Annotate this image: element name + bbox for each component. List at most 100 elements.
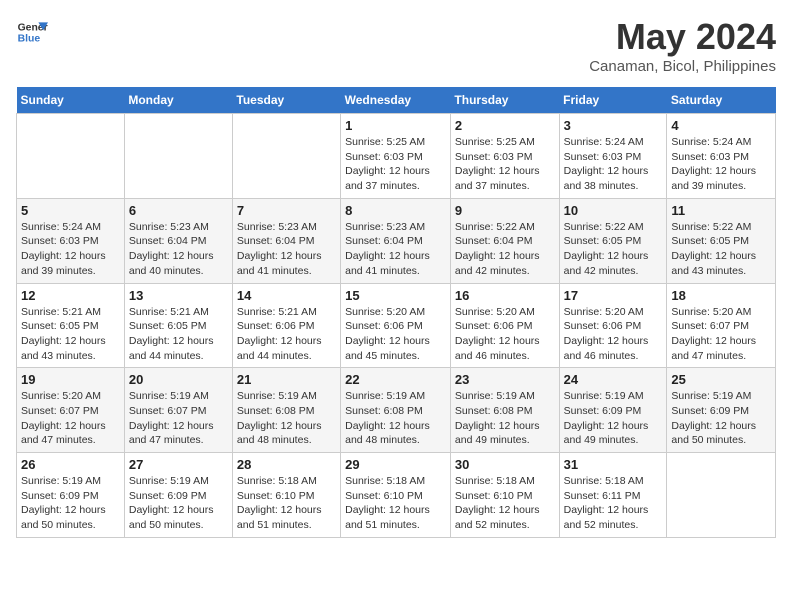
logo-icon: General Blue bbox=[16, 16, 48, 48]
calendar-cell: 15Sunrise: 5:20 AM Sunset: 6:06 PM Dayli… bbox=[341, 283, 451, 368]
day-info: Sunrise: 5:24 AM Sunset: 6:03 PM Dayligh… bbox=[564, 135, 663, 194]
calendar-cell: 29Sunrise: 5:18 AM Sunset: 6:10 PM Dayli… bbox=[341, 453, 451, 538]
day-number: 10 bbox=[564, 203, 663, 218]
weekday-header-row: SundayMondayTuesdayWednesdayThursdayFrid… bbox=[17, 87, 776, 114]
calendar-cell: 31 Sunrise: 5:18 AM Sunset: 6:11 PM Dayli… bbox=[559, 453, 667, 538]
calendar-cell: 12 Sunrise: 5:21 AM Sunset: 6:05 PM Dayli… bbox=[17, 283, 125, 368]
day-number: 19 bbox=[21, 372, 120, 387]
day-number: 23 bbox=[455, 372, 555, 387]
day-info: Sunrise: 5:20 AM Sunset: 6:07 PM Dayligh… bbox=[21, 389, 120, 448]
calendar-cell bbox=[667, 453, 776, 538]
day-info: Sunrise: 5:19 AM Sunset: 6:09 PM Dayligh… bbox=[564, 389, 663, 448]
day-info: Sunrise: 5:21 AM Sunset: 6:05 PM Dayligh… bbox=[129, 305, 228, 364]
day-number: 22 bbox=[345, 372, 446, 387]
calendar-cell: 24Sunrise: 5:19 AM Sunset: 6:09 PM Dayli… bbox=[559, 368, 667, 453]
calendar-cell: 4 Sunrise: 5:24 AM Sunset: 6:03 PM Daylig… bbox=[667, 114, 776, 199]
day-number: 31 bbox=[564, 457, 663, 472]
page-header: General Blue May 2024 Canaman, Bicol, Ph… bbox=[16, 16, 776, 75]
day-info: Sunrise: 5:19 AM Sunset: 6:08 PM Dayligh… bbox=[455, 389, 555, 448]
day-number: 9 bbox=[455, 203, 555, 218]
weekday-header-thursday: Thursday bbox=[450, 87, 559, 114]
day-number: 4 bbox=[671, 118, 771, 133]
calendar-cell: 16 Sunrise: 5:20 AM Sunset: 6:06 PM Dayli… bbox=[450, 283, 559, 368]
calendar-cell: 6Sunrise: 5:23 AM Sunset: 6:04 PM Daylig… bbox=[124, 198, 232, 283]
day-info: Sunrise: 5:22 AM Sunset: 6:05 PM Dayligh… bbox=[564, 220, 663, 279]
day-info: Sunrise: 5:23 AM Sunset: 6:04 PM Dayligh… bbox=[345, 220, 446, 279]
day-info: Sunrise: 5:19 AM Sunset: 6:08 PM Dayligh… bbox=[237, 389, 336, 448]
day-info: Sunrise: 5:19 AM Sunset: 6:07 PM Dayligh… bbox=[129, 389, 228, 448]
calendar-cell: 5 Sunrise: 5:24 AM Sunset: 6:03 PM Daylig… bbox=[17, 198, 125, 283]
calendar-cell: 2Sunrise: 5:25 AM Sunset: 6:03 PM Daylig… bbox=[450, 114, 559, 199]
day-number: 8 bbox=[345, 203, 446, 218]
day-number: 5 bbox=[21, 203, 120, 218]
calendar-cell: 27Sunrise: 5:19 AM Sunset: 6:09 PM Dayli… bbox=[124, 453, 232, 538]
calendar-cell: 17 Sunrise: 5:20 AM Sunset: 6:06 PM Dayli… bbox=[559, 283, 667, 368]
day-info: Sunrise: 5:19 AM Sunset: 6:09 PM Dayligh… bbox=[129, 474, 228, 533]
weekday-header-saturday: Saturday bbox=[667, 87, 776, 114]
day-number: 7 bbox=[237, 203, 336, 218]
calendar-cell: 9Sunrise: 5:22 AM Sunset: 6:04 PM Daylig… bbox=[450, 198, 559, 283]
calendar-cell: 8 Sunrise: 5:23 AM Sunset: 6:04 PM Daylig… bbox=[341, 198, 451, 283]
calendar-cell: 30Sunrise: 5:18 AM Sunset: 6:10 PM Dayli… bbox=[450, 453, 559, 538]
calendar-table: SundayMondayTuesdayWednesdayThursdayFrid… bbox=[16, 87, 776, 538]
calendar-cell: 14 Sunrise: 5:21 AM Sunset: 6:06 PM Dayli… bbox=[232, 283, 340, 368]
calendar-cell: 10 Sunrise: 5:22 AM Sunset: 6:05 PM Dayli… bbox=[559, 198, 667, 283]
day-number: 16 bbox=[455, 288, 555, 303]
day-info: Sunrise: 5:19 AM Sunset: 6:09 PM Dayligh… bbox=[671, 389, 771, 448]
day-number: 18 bbox=[671, 288, 771, 303]
calendar-cell: 21 Sunrise: 5:19 AM Sunset: 6:08 PM Dayli… bbox=[232, 368, 340, 453]
day-info: Sunrise: 5:25 AM Sunset: 6:03 PM Dayligh… bbox=[345, 135, 446, 194]
day-info: Sunrise: 5:21 AM Sunset: 6:05 PM Dayligh… bbox=[21, 305, 120, 364]
day-number: 12 bbox=[21, 288, 120, 303]
day-info: Sunrise: 5:25 AM Sunset: 6:03 PM Dayligh… bbox=[455, 135, 555, 194]
calendar-cell: 3 Sunrise: 5:24 AM Sunset: 6:03 PM Daylig… bbox=[559, 114, 667, 199]
day-number: 13 bbox=[129, 288, 228, 303]
calendar-cell: 26 Sunrise: 5:19 AM Sunset: 6:09 PM Dayli… bbox=[17, 453, 125, 538]
day-number: 15 bbox=[345, 288, 446, 303]
day-info: Sunrise: 5:20 AM Sunset: 6:06 PM Dayligh… bbox=[455, 305, 555, 364]
day-number: 20 bbox=[129, 372, 228, 387]
day-info: Sunrise: 5:18 AM Sunset: 6:11 PM Dayligh… bbox=[564, 474, 663, 533]
day-info: Sunrise: 5:20 AM Sunset: 6:06 PM Dayligh… bbox=[564, 305, 663, 364]
svg-text:Blue: Blue bbox=[18, 34, 41, 45]
day-info: Sunrise: 5:18 AM Sunset: 6:10 PM Dayligh… bbox=[345, 474, 446, 533]
title-block: May 2024 Canaman, Bicol, Philippines bbox=[589, 16, 776, 75]
calendar-cell: 23 Sunrise: 5:19 AM Sunset: 6:08 PM Dayli… bbox=[450, 368, 559, 453]
weekday-header-tuesday: Tuesday bbox=[232, 87, 340, 114]
calendar-week-4: 19 Sunrise: 5:20 AM Sunset: 6:07 PM Dayli… bbox=[17, 368, 776, 453]
day-number: 1 bbox=[345, 118, 446, 133]
weekday-header-wednesday: Wednesday bbox=[341, 87, 451, 114]
day-info: Sunrise: 5:24 AM Sunset: 6:03 PM Dayligh… bbox=[21, 220, 120, 279]
weekday-header-monday: Monday bbox=[124, 87, 232, 114]
calendar-cell: 19 Sunrise: 5:20 AM Sunset: 6:07 PM Dayli… bbox=[17, 368, 125, 453]
calendar-cell: 28Sunrise: 5:18 AM Sunset: 6:10 PM Dayli… bbox=[232, 453, 340, 538]
weekday-header-friday: Friday bbox=[559, 87, 667, 114]
calendar-week-1: 1 Sunrise: 5:25 AM Sunset: 6:03 PM Daylig… bbox=[17, 114, 776, 199]
calendar-week-2: 5 Sunrise: 5:24 AM Sunset: 6:03 PM Daylig… bbox=[17, 198, 776, 283]
day-info: Sunrise: 5:19 AM Sunset: 6:09 PM Dayligh… bbox=[21, 474, 120, 533]
day-number: 17 bbox=[564, 288, 663, 303]
day-info: Sunrise: 5:19 AM Sunset: 6:08 PM Dayligh… bbox=[345, 389, 446, 448]
calendar-week-5: 26 Sunrise: 5:19 AM Sunset: 6:09 PM Dayli… bbox=[17, 453, 776, 538]
day-number: 6 bbox=[129, 203, 228, 218]
day-number: 14 bbox=[237, 288, 336, 303]
calendar-cell: 18Sunrise: 5:20 AM Sunset: 6:07 PM Dayli… bbox=[667, 283, 776, 368]
logo: General Blue bbox=[16, 16, 48, 48]
day-number: 26 bbox=[21, 457, 120, 472]
day-info: Sunrise: 5:21 AM Sunset: 6:06 PM Dayligh… bbox=[237, 305, 336, 364]
day-info: Sunrise: 5:23 AM Sunset: 6:04 PM Dayligh… bbox=[237, 220, 336, 279]
calendar-cell: 13 Sunrise: 5:21 AM Sunset: 6:05 PM Dayli… bbox=[124, 283, 232, 368]
day-number: 21 bbox=[237, 372, 336, 387]
month-title: May 2024 bbox=[589, 16, 776, 58]
location: Canaman, Bicol, Philippines bbox=[589, 58, 776, 75]
day-number: 3 bbox=[564, 118, 663, 133]
day-number: 28 bbox=[237, 457, 336, 472]
day-info: Sunrise: 5:24 AM Sunset: 6:03 PM Dayligh… bbox=[671, 135, 771, 194]
day-number: 11 bbox=[671, 203, 771, 218]
calendar-cell: 25 Sunrise: 5:19 AM Sunset: 6:09 PM Dayli… bbox=[667, 368, 776, 453]
day-info: Sunrise: 5:22 AM Sunset: 6:05 PM Dayligh… bbox=[671, 220, 771, 279]
calendar-cell: 7 Sunrise: 5:23 AM Sunset: 6:04 PM Daylig… bbox=[232, 198, 340, 283]
day-number: 25 bbox=[671, 372, 771, 387]
calendar-cell: 22 Sunrise: 5:19 AM Sunset: 6:08 PM Dayli… bbox=[341, 368, 451, 453]
calendar-cell bbox=[17, 114, 125, 199]
